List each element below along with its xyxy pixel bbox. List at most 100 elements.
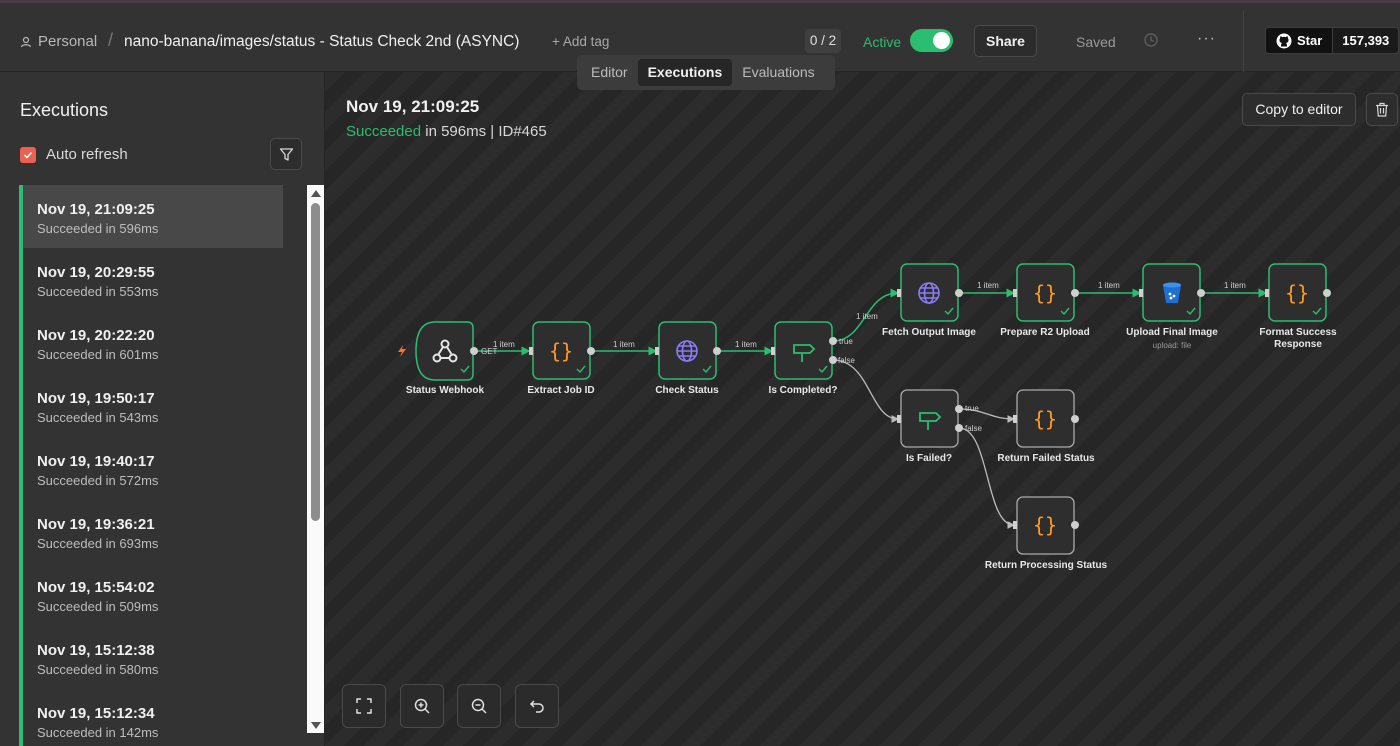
active-toggle[interactable] <box>910 29 953 52</box>
share-button[interactable]: Share <box>974 25 1037 57</box>
tab-editor[interactable]: Editor <box>581 59 638 86</box>
auto-refresh-checkbox[interactable] <box>20 146 36 163</box>
execution-item[interactable]: Nov 19, 20:29:55 Succeeded in 553ms <box>19 248 283 311</box>
node-label: Is Completed? <box>769 385 838 396</box>
version-counter: 0 / 2 <box>805 29 841 53</box>
toggle-knob <box>933 32 950 49</box>
execution-date: Nov 19, 15:12:38 <box>37 642 155 659</box>
execution-item[interactable]: Nov 19, 15:54:02 Succeeded in 509ms <box>19 563 283 626</box>
more-options-icon[interactable]: ··· <box>1197 30 1216 48</box>
breadcrumb-workspace-label: Personal <box>38 33 98 50</box>
node-return-failed-status[interactable]: {} Return Failed Status <box>997 389 1095 464</box>
edge-isfailed-returnprocessing <box>958 427 1016 529</box>
checkmark-icon <box>23 151 33 159</box>
node-label-line-2: Response <box>1274 339 1322 350</box>
tab-evaluations[interactable]: Evaluations <box>732 59 824 86</box>
fit-view-button[interactable] <box>342 684 386 728</box>
node-label-line-1: Format Success <box>1259 327 1337 338</box>
active-label: Active <box>863 34 902 50</box>
edge-label: 1 item <box>735 340 757 349</box>
edge-label: 1 item <box>1224 281 1246 290</box>
execution-list: Nov 19, 21:09:25 Succeeded in 596ms Nov … <box>19 185 283 746</box>
webhook-method-label: GET <box>481 347 498 356</box>
edge-label: 1 item <box>856 312 878 321</box>
filter-button[interactable] <box>270 138 302 170</box>
execution-date: Nov 19, 20:22:20 <box>37 327 155 344</box>
branch-true-label: true <box>839 337 853 346</box>
github-star-button[interactable]: Star 157,393 <box>1265 27 1400 54</box>
reset-zoom-button[interactable] <box>515 684 559 728</box>
zoom-in-button[interactable] <box>400 684 444 728</box>
node-format-success-response[interactable]: {} Format Success Response <box>1259 263 1337 350</box>
execution-item[interactable]: Nov 19, 21:09:25 Succeeded in 596ms <box>19 185 283 248</box>
workflow-canvas[interactable]: Nov 19, 21:09:25 Succeeded in 596ms | ID… <box>325 72 1400 746</box>
github-star[interactable]: Star <box>1266 28 1333 53</box>
node-fetch-output-image[interactable]: Fetch Output Image <box>882 263 976 338</box>
scroll-up-arrow-icon[interactable] <box>311 190 321 197</box>
code-braces-icon: {} <box>549 339 573 363</box>
node-label: Prepare R2 Upload <box>1000 327 1089 338</box>
execution-list-scrollbar[interactable] <box>307 185 324 733</box>
edge-completed-isfailed <box>832 359 900 423</box>
node-label: Upload Final Image <box>1126 327 1218 338</box>
code-braces-icon: {} <box>1033 513 1057 537</box>
github-star-count: 157,393 <box>1332 28 1399 53</box>
node-return-processing-status[interactable]: {} Return Processing Status <box>985 496 1108 571</box>
add-tag-button[interactable]: + Add tag <box>552 34 609 49</box>
branch-true-label: true <box>965 404 979 413</box>
scroll-thumb[interactable] <box>311 203 320 521</box>
auto-refresh-toggle[interactable]: Auto refresh <box>20 146 128 163</box>
github-icon <box>1276 33 1292 48</box>
execution-status: Succeeded in 601ms <box>37 347 159 362</box>
execution-status: Succeeded in 693ms <box>37 536 159 551</box>
tab-executions[interactable]: Executions <box>637 59 733 86</box>
node-label: Status Webhook <box>406 385 485 396</box>
edge-label: 1 item <box>977 281 999 290</box>
zoom-in-icon <box>414 698 430 714</box>
workflow-title[interactable]: nano-banana/images/status - Status Check… <box>124 33 519 51</box>
filter-icon <box>279 147 293 161</box>
fit-view-icon <box>356 698 372 714</box>
node-label: Check Status <box>655 385 719 396</box>
user-icon <box>20 36 32 47</box>
history-icon[interactable] <box>1143 32 1159 53</box>
execution-item[interactable]: Nov 19, 19:36:21 Succeeded in 693ms <box>19 500 283 563</box>
node-is-completed[interactable]: Is Completed? <box>769 321 838 396</box>
node-label: Return Failed Status <box>997 453 1095 464</box>
node-label: Fetch Output Image <box>882 327 976 338</box>
breadcrumb-workspace[interactable]: Personal <box>20 33 97 50</box>
node-upload-final-image[interactable]: Upload Final Image upload: file <box>1126 263 1218 350</box>
header-divider <box>1243 11 1244 73</box>
node-label: Extract Job ID <box>527 385 594 396</box>
execution-item[interactable]: Nov 19, 19:40:17 Succeeded in 572ms <box>19 437 283 500</box>
breadcrumb-separator: / <box>108 30 114 50</box>
saved-status: Saved <box>1076 34 1116 50</box>
executions-sidebar: Executions Auto refresh Nov 19, 21:09:25… <box>0 72 325 746</box>
execution-status: Succeeded in 509ms <box>37 599 159 614</box>
code-braces-icon: {} <box>1033 281 1057 305</box>
execution-item[interactable]: Nov 19, 19:50:17 Succeeded in 543ms <box>19 374 283 437</box>
execution-date: Nov 19, 15:12:34 <box>37 705 155 722</box>
workflow-graph: 1 item 1 item 1 item 1 item 1 item 1 ite… <box>398 263 1337 571</box>
trigger-bolt-icon <box>398 345 406 357</box>
auto-refresh-label: Auto refresh <box>46 146 128 163</box>
bucket-icon <box>1163 282 1181 303</box>
execution-item[interactable]: Nov 19, 20:22:20 Succeeded in 601ms <box>19 311 283 374</box>
execution-status: Succeeded in 580ms <box>37 662 159 677</box>
node-status-webhook[interactable]: Status Webhook <box>406 321 485 396</box>
node-check-status[interactable]: Check Status <box>655 321 721 396</box>
node-extract-job-id[interactable]: {} Extract Job ID <box>527 321 595 396</box>
node-prepare-r2-upload[interactable]: {} Prepare R2 Upload <box>1000 263 1090 338</box>
execution-status: Succeeded in 553ms <box>37 284 159 299</box>
scroll-down-arrow-icon[interactable] <box>311 722 321 729</box>
node-is-failed[interactable]: Is Failed? <box>897 389 963 464</box>
node-subtitle: upload: file <box>1153 341 1192 350</box>
execution-date: Nov 19, 20:29:55 <box>37 264 155 281</box>
code-braces-icon: {} <box>1285 281 1309 305</box>
execution-item[interactable]: Nov 19, 15:12:34 Succeeded in 142ms <box>19 689 283 746</box>
zoom-out-button[interactable] <box>457 684 501 728</box>
execution-status: Succeeded in 572ms <box>37 473 159 488</box>
app-window: Personal / nano-banana/images/status - S… <box>0 0 1400 746</box>
execution-date: Nov 19, 19:50:17 <box>37 390 155 407</box>
execution-item[interactable]: Nov 19, 15:12:38 Succeeded in 580ms <box>19 626 283 689</box>
